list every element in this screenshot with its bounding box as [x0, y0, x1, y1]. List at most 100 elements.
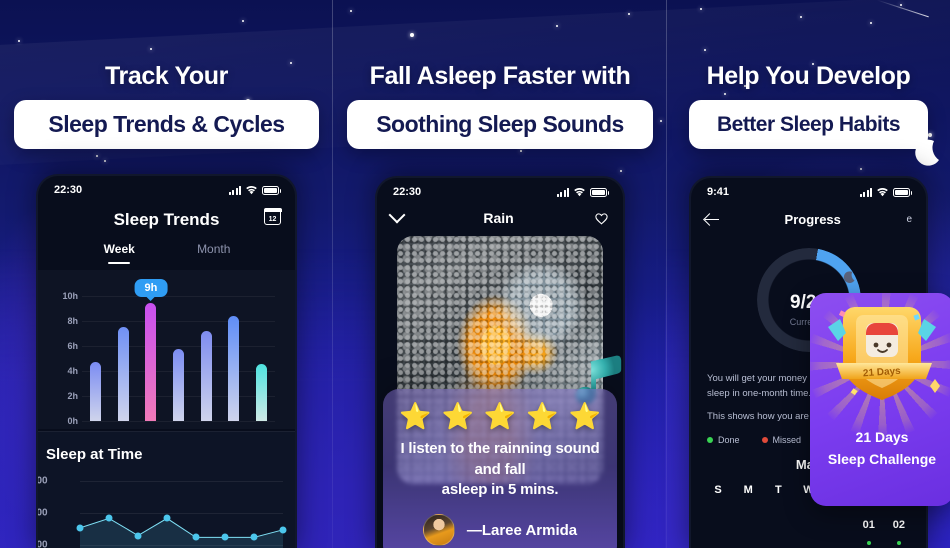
weekday-label: M [743, 483, 753, 496]
app3-right-label[interactable]: e [906, 214, 912, 225]
line-chart-point[interactable] [192, 533, 200, 541]
line-chart-point[interactable] [250, 533, 258, 541]
panel1-heading-top: Track Your [105, 62, 228, 90]
status-time-2: 22:30 [393, 186, 422, 198]
calendar-day-empty [824, 512, 854, 545]
line-chart-point[interactable] [134, 532, 142, 539]
bar-cell[interactable] [137, 296, 165, 421]
review-text-line2: asleep in 5 mins. [441, 480, 559, 498]
bar-chart-bars [82, 296, 275, 421]
calendar-day-number: 01 [862, 518, 875, 531]
calendar-day-number: 02 [892, 518, 906, 531]
cellular-signal-icon [556, 187, 569, 197]
bar-cell[interactable] [110, 296, 138, 421]
panel-sleep-habits: Help You Develop Better Sleep Habits 9:4… [667, 0, 950, 548]
chevron-down-icon[interactable] [388, 206, 406, 224]
bar-cell[interactable] [82, 296, 110, 421]
rating-stars: ⭐ ⭐ ⭐ ⭐ ⭐ [397, 403, 603, 429]
bar-cell[interactable] [220, 296, 248, 421]
calendar-day[interactable]: 01 [854, 512, 884, 545]
phone-mockup-1: 22:30 Sleep Trends 12 Week Month 0h 2h 4… [36, 174, 297, 548]
legend-missed-dot [761, 437, 768, 444]
bar-cell[interactable] [247, 296, 275, 421]
sleep-at-time-title: Sleep at Time [46, 446, 143, 463]
calendar-day[interactable]: 02 [884, 512, 914, 545]
panel2-heading-card-text: Soothing Sleep Sounds [376, 111, 624, 137]
sleep-at-time-chart: 00:00 24:00 23:00 [38, 476, 287, 548]
y-tick-label: 24:00 [36, 507, 48, 519]
tab-week[interactable]: Week [72, 242, 167, 264]
star-icon: ⭐ [483, 401, 517, 432]
battery-icon [262, 185, 281, 195]
calendar-day-status-dot [866, 540, 871, 545]
user-review-card: ⭐ ⭐ ⭐ ⭐ ⭐ I listen to the rainning sound and… [383, 389, 617, 548]
calendar-icon[interactable]: 12 [263, 207, 282, 225]
moon-small-icon [841, 271, 856, 286]
legend-missed-label: Missed [772, 434, 802, 445]
calendar-day-number [765, 512, 791, 538]
bar [117, 326, 129, 421]
bar-cell[interactable] [192, 296, 220, 421]
calendar-day-empty [703, 512, 733, 545]
challenge-badge-art: 21 Days [810, 293, 950, 439]
panel3-heading-card-text: Better Sleep Habits [716, 112, 901, 136]
bar [200, 331, 212, 421]
weekday-label: T [774, 483, 782, 496]
challenge-title-line2: Sleep Challenge [827, 450, 937, 467]
tab-month[interactable]: Month [167, 242, 262, 264]
bar [90, 362, 102, 421]
calendar-day-number [795, 512, 821, 538]
y-tick-label: 23:00 [36, 539, 48, 548]
panel3-heading-card: Better Sleep Habits [689, 100, 928, 149]
sleep-at-time-card: Sleep at Time 00:00 24:00 23:00 [38, 431, 295, 548]
legend-missed: Missed [761, 434, 802, 445]
wifi-icon [246, 186, 257, 195]
status-icons-2 [556, 187, 609, 197]
panel1-heading-card-text: Sleep Trends & Cycles [48, 111, 285, 137]
tab-week-label: Week [103, 242, 135, 256]
legend-done: Done [707, 435, 740, 445]
bar-chart-tooltip: 9h [134, 278, 168, 297]
app1-tabs: Week Month [38, 242, 295, 264]
wifi-icon [877, 188, 888, 197]
app3-title: Progress [784, 212, 841, 227]
gridline [82, 421, 275, 422]
status-bar-3: 9:41 [691, 178, 926, 206]
bar-chart-y-axis: 0h 2h 4h 6h 8h 10h [48, 291, 78, 426]
line-chart-point[interactable] [163, 514, 171, 522]
review-author-row: —Laree Armida [397, 514, 603, 546]
calendar-day-empty [793, 512, 823, 545]
line-chart-point[interactable] [105, 514, 113, 522]
calendar-day-number [735, 512, 761, 538]
panel2-heading-top: Fall Asleep Faster with [369, 62, 631, 90]
moon-icon [908, 138, 942, 172]
battery-icon [893, 187, 912, 197]
sleep-challenge-card[interactable]: 21 Days 21 Days Sleep Challenge [810, 293, 950, 506]
bar [255, 364, 267, 421]
app2-navbar: Rain [377, 206, 623, 226]
app1-title: Sleep Trends [113, 210, 220, 229]
panel2-heading-card: Soothing Sleep Sounds [347, 100, 653, 149]
tab-month-label: Month [197, 242, 231, 256]
legend-done-dot [707, 437, 713, 444]
avatar [422, 514, 455, 546]
screenshot-root: Track Your Sleep Trends & Cycles 22:30 S… [0, 0, 950, 548]
line-chart-point[interactable] [221, 533, 229, 541]
bar-cell[interactable] [165, 296, 193, 421]
bar [228, 316, 240, 421]
bar [173, 349, 185, 421]
phone-mockup-2: 22:30 Rain ⭐ ⭐ ⭐ ⭐ ⭐ I listen to the rai… [375, 176, 625, 548]
star-icon: ⭐ [399, 401, 432, 432]
y-tick-label: 8h [67, 316, 78, 326]
review-text-line1: I listen to the rainning sound and fall [400, 440, 600, 478]
line-chart-point[interactable] [279, 526, 287, 534]
calendar-day-status-dot [896, 540, 901, 545]
heart-icon[interactable] [594, 211, 609, 226]
trophy-shield-icon: 21 Days [828, 307, 940, 400]
status-time-3: 9:41 [707, 186, 730, 198]
calendar-icon-label: 12 [268, 216, 277, 223]
line-chart-point[interactable] [76, 524, 84, 532]
back-arrow-icon[interactable] [705, 213, 719, 227]
panel-sleep-trends: Track Your Sleep Trends & Cycles 22:30 S… [0, 0, 333, 548]
star-icon: ⭐ [568, 401, 601, 432]
